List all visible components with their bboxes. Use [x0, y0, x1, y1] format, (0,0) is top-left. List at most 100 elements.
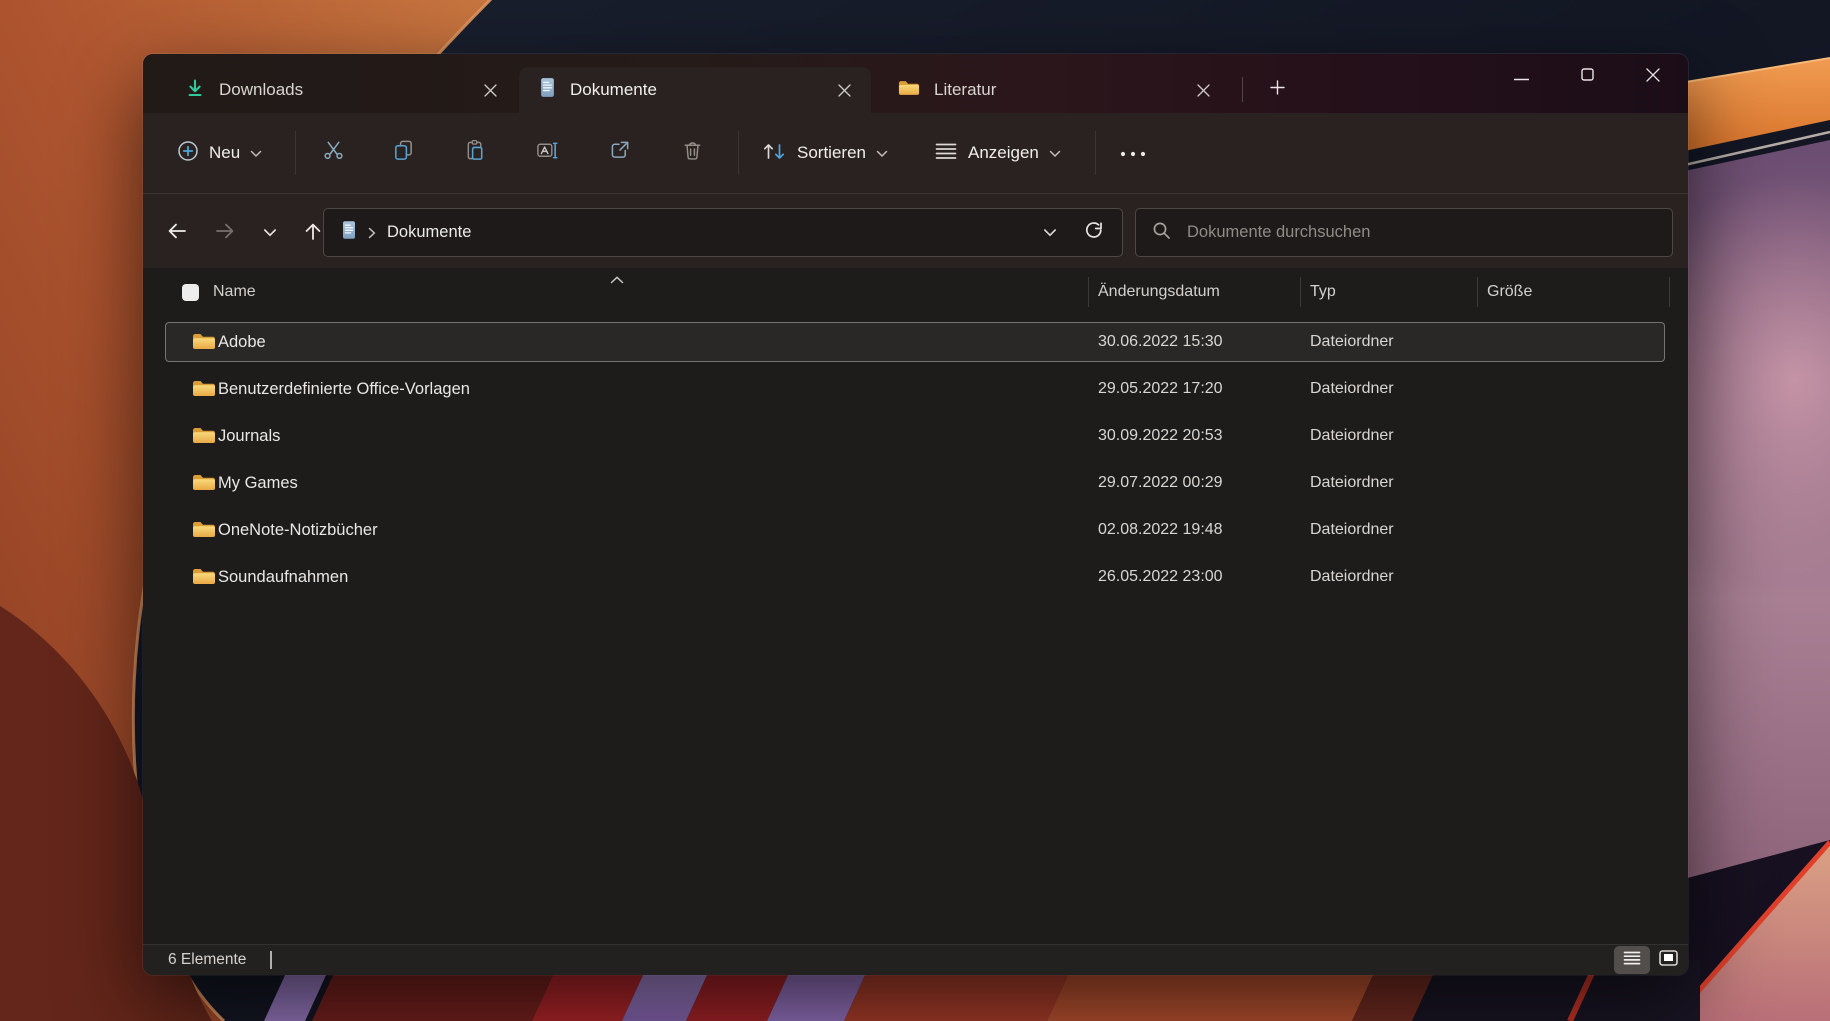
document-icon: [539, 77, 556, 103]
forward-icon: [214, 220, 236, 247]
recent-locations-button[interactable]: [252, 215, 288, 251]
cut-icon: [322, 139, 345, 167]
copy-button[interactable]: [381, 133, 425, 173]
file-row-adobe[interactable]: Adobe 30.06.2022 15:30 Dateiordner: [165, 322, 1665, 362]
column-divider: [1669, 277, 1670, 307]
toolbar-divider: [1095, 131, 1096, 175]
file-row-onenote[interactable]: OneNote-Notizbücher 02.08.2022 19:48 Dat…: [165, 510, 1665, 550]
file-type: Dateiordner: [1310, 463, 1394, 503]
file-type: Dateiordner: [1310, 322, 1394, 362]
file-name: Adobe: [218, 322, 266, 362]
tab-literatur[interactable]: Literatur: [878, 67, 1230, 113]
tab-bar: Downloads Dokumente: [143, 54, 1688, 113]
status-bar: 6 Elemente: [143, 944, 1688, 975]
address-bar[interactable]: Dokumente: [323, 208, 1123, 257]
column-divider: [1088, 277, 1089, 307]
share-button[interactable]: [597, 133, 641, 173]
file-modified-date: 30.09.2022 20:53: [1098, 416, 1223, 456]
large-icons-view-icon: [1659, 950, 1678, 971]
file-explorer-window: Downloads Dokumente: [143, 54, 1688, 975]
forward-button[interactable]: [207, 215, 243, 251]
document-icon: [341, 220, 357, 245]
window-controls: [1488, 54, 1686, 100]
folder-icon: [192, 332, 216, 356]
plus-icon: [1270, 80, 1285, 100]
address-chevron-down-icon[interactable]: [1043, 224, 1057, 242]
file-row-office-vorlagen[interactable]: Benutzerdefinierte Office-Vorlagen 29.05…: [165, 369, 1665, 409]
file-name: Benutzerdefinierte Office-Vorlagen: [218, 369, 470, 409]
cut-button[interactable]: [311, 133, 355, 173]
file-list: Adobe 30.06.2022 15:30 Dateiordner Benut…: [165, 322, 1665, 604]
file-row-soundaufnahmen[interactable]: Soundaufnahmen 26.05.2022 23:00 Dateiord…: [165, 557, 1665, 597]
rename-button[interactable]: [525, 133, 569, 173]
tab-label: Literatur: [934, 80, 996, 100]
breadcrumb-chevron-icon: [368, 227, 376, 239]
column-header-size[interactable]: Größe: [1487, 268, 1532, 316]
new-plus-circle-icon: [177, 140, 199, 167]
file-name: Soundaufnahmen: [218, 557, 348, 597]
toolbar-divider: [738, 131, 739, 175]
tab-dokumente[interactable]: Dokumente: [519, 67, 871, 113]
folder-icon: [192, 473, 216, 497]
new-tab-button[interactable]: [1257, 73, 1297, 107]
delete-button[interactable]: [670, 133, 714, 173]
file-type: Dateiordner: [1310, 510, 1394, 550]
column-header-name[interactable]: Name: [213, 268, 256, 316]
large-icons-view-button[interactable]: [1650, 946, 1686, 974]
tab-downloads[interactable]: Downloads: [165, 67, 517, 113]
folder-icon: [192, 379, 216, 403]
close-window-button[interactable]: [1620, 54, 1686, 100]
file-modified-date: 30.06.2022 15:30: [1098, 322, 1223, 362]
file-modified-date: 26.05.2022 23:00: [1098, 557, 1223, 597]
navigation-bar: Dokumente: [143, 194, 1688, 268]
breadcrumb-location[interactable]: Dokumente: [387, 223, 471, 242]
close-tab-icon[interactable]: [1188, 75, 1218, 105]
sort-label: Sortieren: [797, 143, 866, 163]
select-all-checkbox[interactable]: [182, 284, 199, 301]
new-item-label: Neu: [209, 143, 240, 163]
column-header-modified[interactable]: Änderungsdatum: [1098, 268, 1220, 316]
paste-icon: [464, 139, 487, 167]
more-icon: [1120, 144, 1146, 162]
tab-label: Dokumente: [570, 80, 657, 100]
details-view-button[interactable]: [1614, 946, 1650, 974]
file-name: My Games: [218, 463, 298, 503]
share-icon: [608, 139, 631, 167]
sort-dropdown[interactable]: Sortieren: [755, 133, 894, 173]
sort-icon: [761, 140, 787, 167]
details-view-icon: [1623, 951, 1641, 970]
file-modified-date: 02.08.2022 19:48: [1098, 510, 1223, 550]
rename-icon: [536, 139, 559, 167]
folder-icon: [898, 79, 920, 102]
refresh-icon[interactable]: [1084, 220, 1104, 245]
file-row-my-games[interactable]: My Games 29.07.2022 00:29 Dateiordner: [165, 463, 1665, 503]
search-input[interactable]: [1185, 222, 1656, 243]
paste-button[interactable]: [453, 133, 497, 173]
back-button[interactable]: [159, 215, 195, 251]
new-item-button[interactable]: Neu: [165, 133, 274, 173]
file-row-journals[interactable]: Journals 30.09.2022 20:53 Dateiordner: [165, 416, 1665, 456]
close-icon: [1646, 68, 1660, 87]
folder-icon: [192, 567, 216, 591]
delete-icon: [681, 139, 704, 167]
close-tab-icon[interactable]: [475, 75, 505, 105]
file-list-pane: Name Änderungsdatum Typ Größe Adobe 30.0…: [143, 268, 1688, 944]
file-modified-date: 29.05.2022 17:20: [1098, 369, 1223, 409]
file-type: Dateiordner: [1310, 369, 1394, 409]
close-tab-icon[interactable]: [829, 75, 859, 105]
tab-label: Downloads: [219, 80, 303, 100]
view-dropdown[interactable]: Anzeigen: [928, 133, 1067, 173]
back-icon: [166, 220, 188, 247]
desktop: Downloads Dokumente: [0, 0, 1830, 1021]
file-modified-date: 29.07.2022 00:29: [1098, 463, 1223, 503]
chevron-down-icon: [250, 143, 262, 163]
folder-icon: [192, 520, 216, 544]
command-toolbar: Neu: [143, 113, 1688, 194]
minimize-button[interactable]: [1488, 54, 1554, 100]
more-options-button[interactable]: [1111, 133, 1155, 173]
download-icon: [185, 78, 205, 103]
maximize-button[interactable]: [1554, 54, 1620, 100]
search-box[interactable]: [1135, 208, 1673, 257]
search-icon: [1152, 221, 1171, 245]
column-header-type[interactable]: Typ: [1310, 268, 1336, 316]
